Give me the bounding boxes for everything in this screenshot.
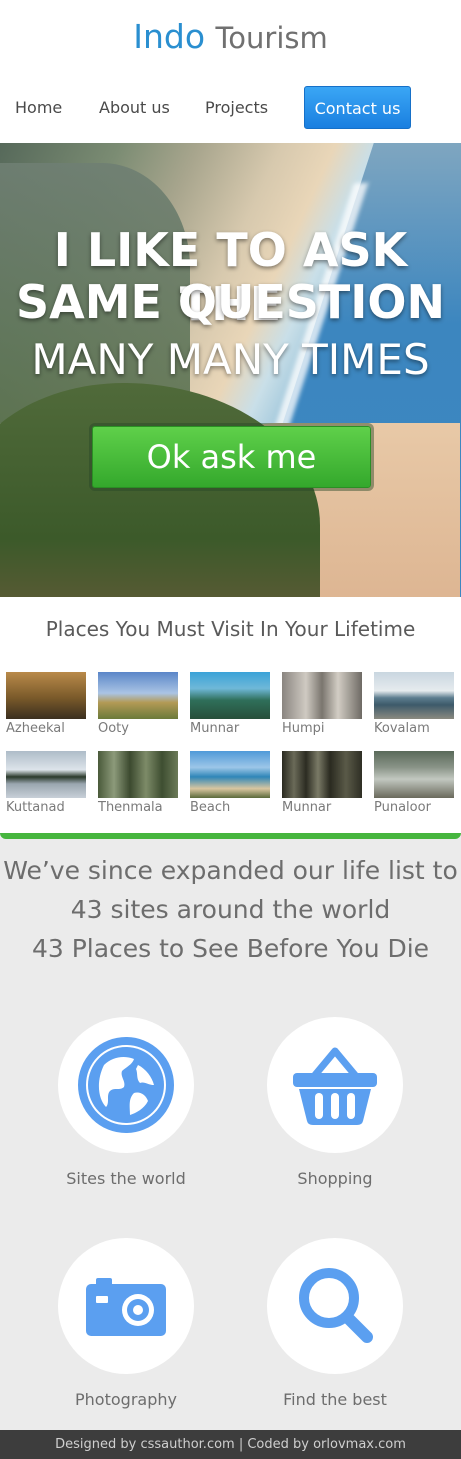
place-card[interactable]: Beach [190, 751, 270, 821]
globe-icon [78, 1037, 174, 1133]
feature-label: Shopping [297, 1169, 373, 1188]
feature-label: Find the best [283, 1390, 387, 1409]
place-caption: Munnar [190, 721, 240, 736]
logo-rest: Tourism [215, 21, 328, 55]
ok-ask-me-button[interactable]: Ok ask me [92, 426, 371, 488]
place-card[interactable]: Humpi [282, 672, 362, 742]
feature-label: Sites the world [66, 1169, 186, 1188]
site-footer: Designed by cssauthor.com | Coded by orl… [0, 1430, 461, 1459]
hero-heading-line2: SAME QUESTION [15, 275, 446, 329]
nav-about-us[interactable]: About us [99, 86, 170, 129]
place-caption: Kovalam [374, 721, 430, 736]
hero-banner: I LIKE TO ASK THE SAME QUESTION MANY MAN… [0, 143, 461, 597]
nav-contact-us-button[interactable]: Contact us [304, 86, 411, 129]
nav-projects[interactable]: Projects [205, 86, 268, 129]
place-card[interactable]: Ooty [98, 672, 178, 742]
place-card[interactable]: Munnar [282, 751, 362, 821]
basket-icon [293, 1047, 377, 1125]
place-photo [374, 672, 454, 719]
place-card[interactable]: Thenmala [98, 751, 178, 821]
hero-photo-foreground [0, 383, 320, 597]
feature-circle [58, 1238, 194, 1374]
place-card[interactable]: Azheekal [6, 672, 86, 742]
site-logo[interactable]: Indo Tourism [0, 14, 461, 61]
places-gallery: Azheekal Ooty Munnar Humpi Kovalam Kutta… [6, 672, 458, 822]
place-photo [6, 672, 86, 719]
camera-icon [86, 1278, 166, 1336]
expanded-line1: We’ve since expanded our life list to [3, 856, 458, 885]
feature-shopping[interactable]: Shopping [267, 1017, 403, 1207]
places-title: Places You Must Visit In Your Lifetime [45, 617, 416, 641]
place-photo [282, 751, 362, 798]
place-photo [190, 672, 270, 719]
feature-sites-the-world[interactable]: Sites the world [58, 1017, 194, 1207]
place-photo [282, 672, 362, 719]
place-card[interactable]: Munnar [190, 672, 270, 742]
place-caption: Azheekal [6, 721, 65, 736]
place-caption: Kuttanad [6, 800, 65, 815]
main-nav: Home About us Projects Contact us [0, 86, 461, 130]
place-photo [6, 751, 86, 798]
logo-brand: Indo [133, 17, 206, 56]
expanded-line2: 43 sites around the world [70, 895, 391, 924]
place-photo [98, 672, 178, 719]
feature-find-the-best[interactable]: Find the best [267, 1238, 403, 1428]
feature-circle [267, 1017, 403, 1153]
place-caption: Thenmala [98, 800, 163, 815]
place-photo [98, 751, 178, 798]
site-header: Indo Tourism Home About us Projects Cont… [0, 0, 461, 143]
feature-circle [267, 1238, 403, 1374]
place-card[interactable]: Kuttanad [6, 751, 86, 821]
place-photo [190, 751, 270, 798]
nav-home[interactable]: Home [15, 86, 62, 129]
feature-photography[interactable]: Photography [58, 1238, 194, 1428]
place-photo [374, 751, 454, 798]
place-caption: Punaloor [374, 800, 431, 815]
place-caption: Humpi [282, 721, 325, 736]
search-icon [299, 1268, 373, 1343]
place-card[interactable]: Kovalam [374, 672, 454, 742]
expanded-line3: 43 Places to See Before You Die [31, 934, 430, 963]
place-caption: Ooty [98, 721, 129, 736]
place-card[interactable]: Punaloor [374, 751, 454, 821]
place-caption: Munnar [282, 800, 332, 815]
expanded-list-text: We’ve since expanded our life list to 43… [0, 851, 461, 968]
hero-heading-line3: MANY MANY TIMES [31, 335, 430, 384]
feature-circle [58, 1017, 194, 1153]
feature-label: Photography [75, 1390, 177, 1409]
places-section: Places You Must Visit In Your Lifetime A… [0, 597, 461, 839]
place-caption: Beach [190, 800, 231, 815]
